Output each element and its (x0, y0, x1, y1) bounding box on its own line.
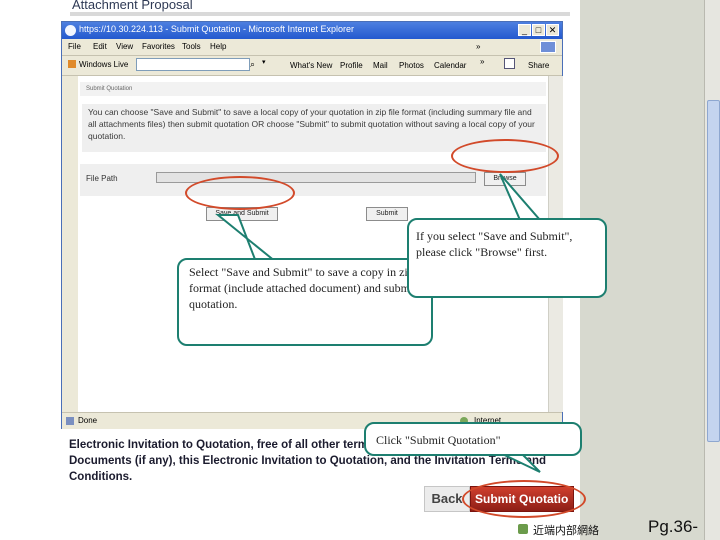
save-submit-highlight-ring (185, 176, 295, 210)
browse-callout-text: If you select "Save and Submit", please … (416, 229, 573, 259)
browse-callout: If you select "Save and Submit", please … (407, 218, 607, 298)
submit-callout: Click "Submit Quotation" (364, 422, 582, 456)
save-submit-callout-tail (215, 214, 279, 263)
save-submit-callout: Select "Save and Submit" to save a copy … (177, 258, 433, 346)
submit-callout-text: Click "Submit Quotation" (376, 433, 501, 447)
submit-quotation-highlight-ring (462, 480, 586, 518)
browse-highlight-ring (451, 139, 559, 173)
save-submit-callout-text: Select "Save and Submit" to save a copy … (189, 265, 417, 311)
browse-callout-tail (499, 173, 543, 221)
